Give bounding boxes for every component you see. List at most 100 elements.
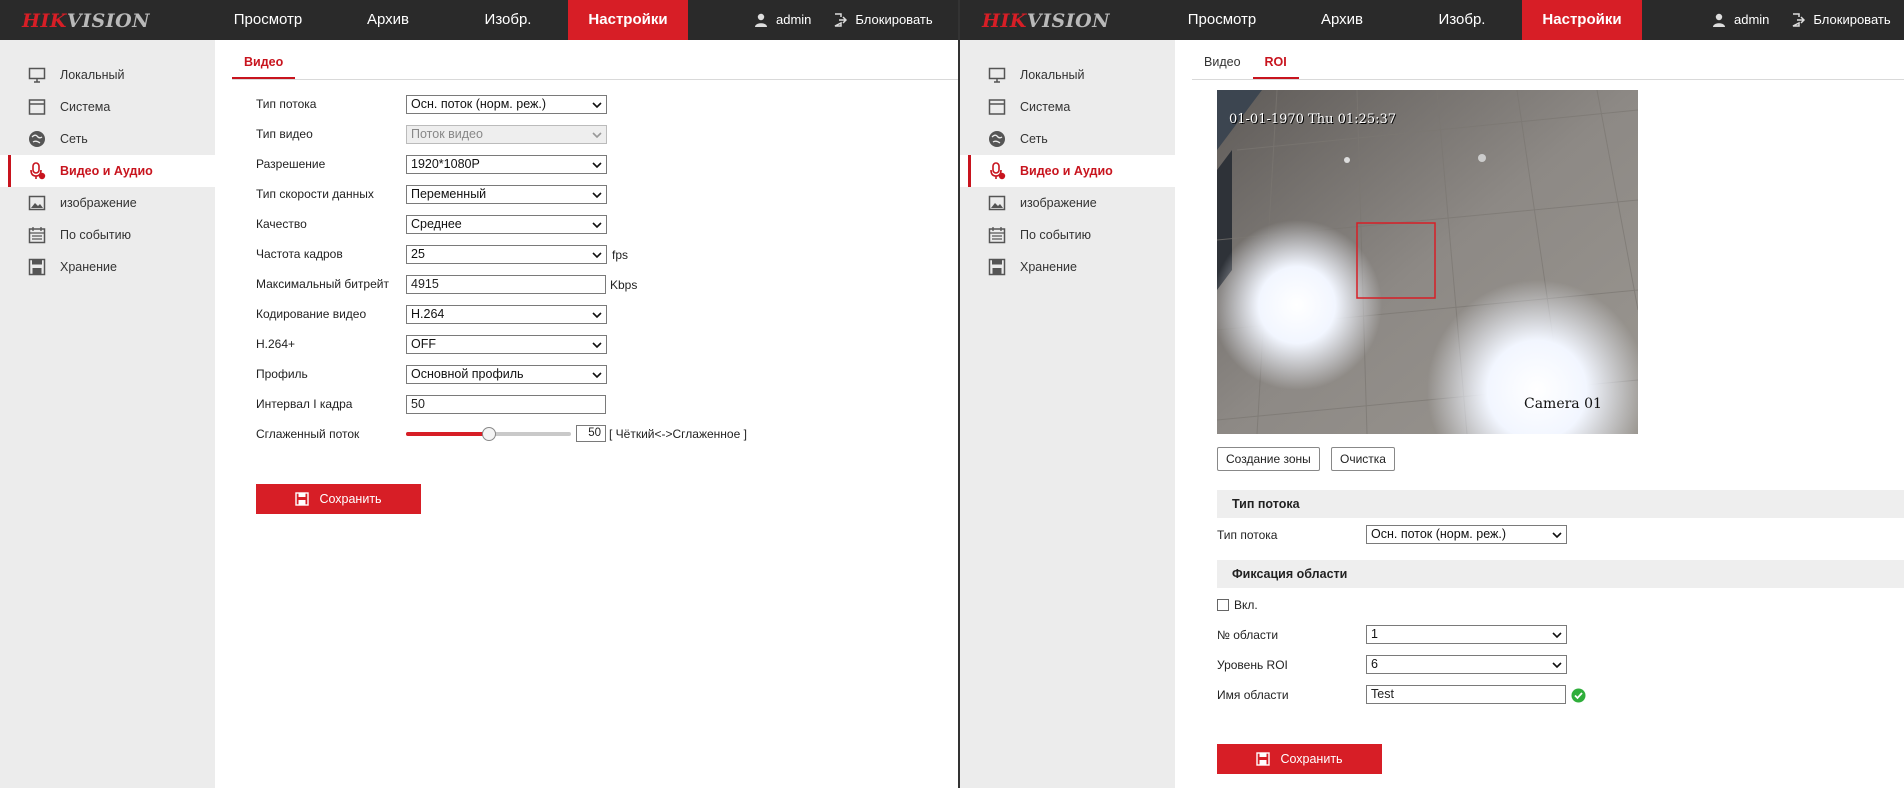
slider-thumb[interactable]: [482, 427, 496, 441]
encoding-select[interactable]: H.264: [406, 305, 607, 324]
chevron-down-icon: [592, 252, 602, 259]
nav-playback[interactable]: Архив: [1282, 0, 1402, 40]
smoothing-hint: [ Чёткий<->Сглаженное ]: [609, 427, 747, 441]
logout-icon: [1793, 13, 1806, 27]
save-icon: [1256, 752, 1271, 766]
chevron-down-icon: [592, 222, 602, 229]
storage-icon: [988, 258, 1006, 276]
region-no-select[interactable]: 1: [1366, 625, 1567, 644]
microphone-icon: [990, 162, 1006, 180]
chevron-down-icon: [1552, 532, 1562, 539]
max-bitrate-label: Максимальный битрейт: [256, 277, 389, 291]
nav-picture[interactable]: Изобр.: [448, 0, 568, 40]
sidebar-item-system[interactable]: Система: [0, 91, 215, 123]
osd-camera-name: Camera 01: [1524, 396, 1602, 412]
bitrate-type-label: Тип скорости данных: [256, 187, 374, 201]
storage-icon: [28, 258, 46, 276]
sidebar-item-storage[interactable]: Хранение: [0, 251, 215, 283]
sidebar-item-label: Хранение: [60, 260, 117, 274]
sidebar-item-label: Система: [1020, 100, 1071, 114]
sidebar-item-label: Локальный: [1020, 68, 1085, 82]
chevron-down-icon: [592, 342, 602, 349]
sidebar-item-label: Сеть: [60, 132, 88, 146]
user-area: admin Блокировать: [1712, 0, 1891, 40]
resolution-select[interactable]: 1920*1080P: [406, 155, 607, 174]
profile-label: Профиль: [256, 367, 308, 381]
sidebar-item-label: По событию: [1020, 228, 1091, 242]
sidebar-item-system[interactable]: Система: [960, 91, 1175, 123]
nav-live-view[interactable]: Просмотр: [1162, 0, 1282, 40]
sidebar-item-label: Хранение: [1020, 260, 1077, 274]
sidebar-item-storage[interactable]: Хранение: [960, 251, 1175, 283]
username[interactable]: admin: [1734, 0, 1769, 40]
nav-picture[interactable]: Изобр.: [1402, 0, 1522, 40]
region-section-title: Фиксация области: [1217, 560, 1904, 588]
nav-live-view[interactable]: Просмотр: [208, 0, 328, 40]
save-button[interactable]: Сохранить: [1217, 744, 1382, 774]
chevron-down-icon: [592, 102, 602, 109]
sidebar-item-label: Видео и Аудио: [60, 164, 153, 178]
camera-image: [1217, 90, 1638, 434]
sidebar-item-video-audio[interactable]: Видео и Аудио: [960, 155, 1175, 187]
main-nav: Просмотр Архив Изобр. Настройки: [208, 0, 688, 40]
region-name-label: Имя области: [1217, 688, 1289, 702]
clear-button[interactable]: Очистка: [1331, 447, 1395, 471]
sidebar-item-local[interactable]: Локальный: [960, 59, 1175, 91]
lock-button[interactable]: Блокировать: [1813, 0, 1890, 40]
network-icon: [29, 131, 45, 147]
sidebar-item-network[interactable]: Сеть: [960, 123, 1175, 155]
stream-type-select[interactable]: Осн. поток (норм. реж.): [406, 95, 607, 114]
enable-checkbox[interactable]: [1217, 599, 1229, 611]
i-frame-input[interactable]: 50: [406, 395, 606, 414]
h264plus-select[interactable]: OFF: [406, 335, 607, 354]
sidebar-item-label: изображение: [60, 196, 137, 210]
roi-level-select[interactable]: 6: [1366, 655, 1567, 674]
video-preview[interactable]: 01-01-1970 Thu 01:25:37 Camera 01: [1217, 90, 1638, 434]
sidebar-item-label: По событию: [60, 228, 131, 242]
sidebar-item-event[interactable]: По событию: [960, 219, 1175, 251]
profile-select[interactable]: Основной профиль: [406, 365, 607, 384]
smoothing-label: Сглаженный поток: [256, 427, 360, 441]
sidebar-item-video-audio[interactable]: Видео и Аудио: [0, 155, 215, 187]
logout-icon: [835, 13, 848, 27]
sidebar-item-network[interactable]: Сеть: [0, 123, 215, 155]
save-button[interactable]: Сохранить: [256, 484, 421, 514]
user-icon: [1713, 13, 1725, 27]
main-nav: Просмотр Архив Изобр. Настройки: [1162, 0, 1642, 40]
top-bar: HIKVISION Просмотр Архив Изобр. Настройк…: [960, 0, 1904, 40]
sidebar-item-local[interactable]: Локальный: [0, 59, 215, 91]
username[interactable]: admin: [776, 0, 811, 40]
image-icon: [988, 195, 1006, 211]
user-area: admin Блокировать: [754, 0, 933, 40]
system-icon: [28, 99, 46, 115]
left-window: HIKVISION Просмотр Архив Изобр. Настройк…: [0, 0, 959, 788]
tab-bar: Видео: [232, 40, 959, 80]
stream-type-select[interactable]: Осн. поток (норм. реж.): [1366, 525, 1567, 544]
right-window: HIKVISION Просмотр Архив Изобр. Настройк…: [960, 0, 1904, 788]
quality-select[interactable]: Среднее: [406, 215, 607, 234]
frame-rate-select[interactable]: 25: [406, 245, 607, 264]
sidebar-item-label: Система: [60, 100, 111, 114]
user-icon: [755, 13, 767, 27]
tab-video[interactable]: Видео: [1192, 39, 1253, 79]
chevron-down-icon: [1552, 632, 1562, 639]
sidebar-item-label: Сеть: [1020, 132, 1048, 146]
nav-configuration[interactable]: Настройки: [568, 0, 688, 40]
hikvision-logo: HIKVISION: [982, 10, 1111, 32]
tab-roi[interactable]: ROI: [1252, 39, 1299, 79]
sidebar-item-event[interactable]: По событию: [0, 219, 215, 251]
region-name-input[interactable]: Test: [1366, 685, 1566, 704]
smoothing-value-input[interactable]: 50: [576, 425, 606, 442]
bitrate-type-select[interactable]: Переменный: [406, 185, 607, 204]
nav-configuration[interactable]: Настройки: [1522, 0, 1642, 40]
sidebar-item-image[interactable]: изображение: [0, 187, 215, 219]
lock-button[interactable]: Блокировать: [855, 0, 932, 40]
sidebar-item-image[interactable]: изображение: [960, 187, 1175, 219]
tab-video[interactable]: Видео: [232, 39, 296, 79]
max-bitrate-input[interactable]: 4915: [406, 275, 606, 294]
draw-area-button[interactable]: Создание зоны: [1217, 447, 1320, 471]
nav-playback[interactable]: Архив: [328, 0, 448, 40]
chevron-down-icon: [592, 312, 602, 319]
i-frame-label: Интервал I кадра: [256, 397, 353, 411]
encoding-label: Кодирование видео: [256, 307, 367, 321]
